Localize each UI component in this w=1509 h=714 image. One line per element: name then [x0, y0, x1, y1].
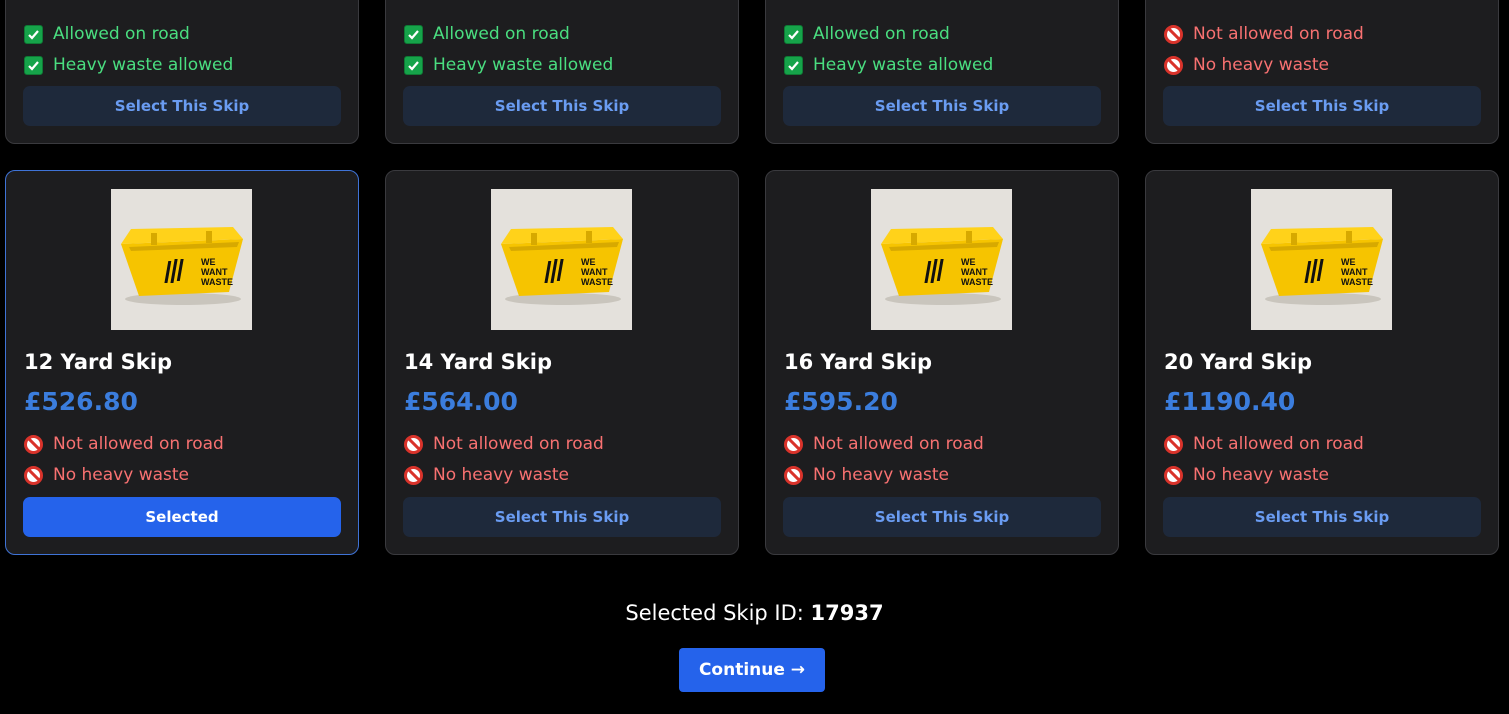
checkmark-icon: [24, 55, 43, 75]
skip-card-12-yard[interactable]: WE WANT WASTE 12 Yard Skip £526.80 Not a…: [5, 170, 359, 555]
skip-card-20-yard[interactable]: WE WANT WASTE 20 Yard Skip £1190.40 Not …: [1145, 170, 1499, 555]
svg-text:WE: WE: [581, 257, 596, 267]
skip-card-top-2: Allowed on road Heavy waste allowed Sele…: [385, 0, 739, 144]
feature-heavy-waste: No heavy waste: [1164, 55, 1329, 75]
feature-label: No heavy waste: [1193, 465, 1329, 485]
prohibited-icon: [404, 465, 423, 485]
select-skip-button[interactable]: Select This Skip: [403, 86, 721, 126]
selected-button[interactable]: Selected: [23, 497, 341, 537]
feature-heavy-waste: No heavy waste: [404, 465, 569, 485]
skip-title: 20 Yard Skip: [1164, 350, 1313, 374]
select-skip-button[interactable]: Select This Skip: [403, 497, 721, 537]
prohibited-icon: [1164, 24, 1183, 44]
svg-text:WASTE: WASTE: [1341, 277, 1373, 287]
skip-card-top-3: Allowed on road Heavy waste allowed Sele…: [765, 0, 1119, 144]
svg-text:WANT: WANT: [961, 267, 988, 277]
feature-heavy-waste: No heavy waste: [784, 465, 949, 485]
feature-label: Not allowed on road: [433, 434, 604, 454]
feature-label: Not allowed on road: [53, 434, 224, 454]
feature-label: No heavy waste: [813, 465, 949, 485]
skip-price: £595.20: [784, 387, 898, 416]
feature-heavy-waste: Heavy waste allowed: [404, 55, 613, 75]
svg-text:WANT: WANT: [201, 267, 228, 277]
feature-road: Not allowed on road: [404, 434, 604, 454]
svg-text:WASTE: WASTE: [201, 277, 233, 287]
yellow-skip-image: WE WANT WASTE: [121, 227, 243, 305]
skip-image: WE WANT WASTE: [1251, 189, 1392, 330]
feature-label: Allowed on road: [53, 24, 190, 44]
prohibited-icon: [784, 465, 803, 485]
select-skip-button[interactable]: Select This Skip: [1163, 86, 1481, 126]
skip-title: 14 Yard Skip: [404, 350, 553, 374]
prohibited-icon: [404, 434, 423, 454]
skip-card-top-4: Not allowed on road No heavy waste Selec…: [1145, 0, 1499, 144]
feature-road: Allowed on road: [24, 24, 190, 44]
svg-text:WANT: WANT: [1341, 267, 1368, 277]
skip-card-16-yard[interactable]: WE WANT WASTE 16 Yard Skip £595.20 Not a…: [765, 170, 1119, 555]
yellow-skip-image: WE WANT WASTE: [881, 227, 1003, 305]
feature-label: No heavy waste: [53, 465, 189, 485]
feature-road: Not allowed on road: [1164, 434, 1364, 454]
svg-text:WE: WE: [201, 257, 216, 267]
prohibited-icon: [1164, 434, 1183, 454]
select-skip-button[interactable]: Select This Skip: [783, 497, 1101, 537]
yellow-skip-image: WE WANT WASTE: [1261, 227, 1383, 305]
feature-label: Allowed on road: [433, 24, 570, 44]
feature-heavy-waste: No heavy waste: [1164, 465, 1329, 485]
select-skip-button[interactable]: Select This Skip: [783, 86, 1101, 126]
select-skip-button[interactable]: Select This Skip: [23, 86, 341, 126]
prohibited-icon: [24, 434, 43, 454]
feature-label: Heavy waste allowed: [433, 55, 614, 75]
svg-text:WE: WE: [1341, 257, 1356, 267]
selected-skip-label: Selected Skip ID:: [625, 601, 804, 625]
checkmark-icon: [404, 55, 423, 75]
svg-text:WANT: WANT: [581, 267, 608, 277]
yellow-skip-image: WE WANT WASTE: [501, 227, 623, 305]
prohibited-icon: [784, 434, 803, 454]
skip-image: WE WANT WASTE: [491, 189, 632, 330]
feature-road: Not allowed on road: [24, 434, 224, 454]
feature-road: Allowed on road: [784, 24, 950, 44]
skip-title: 16 Yard Skip: [784, 350, 933, 374]
svg-text:WASTE: WASTE: [581, 277, 613, 287]
prohibited-icon: [1164, 465, 1183, 485]
feature-heavy-waste: No heavy waste: [24, 465, 189, 485]
feature-label: No heavy waste: [433, 465, 569, 485]
svg-text:WASTE: WASTE: [961, 277, 993, 287]
prohibited-icon: [24, 465, 43, 485]
feature-road: Not allowed on road: [784, 434, 984, 454]
skip-price: £1190.40: [1164, 387, 1296, 416]
skip-card-top-1: Allowed on road Heavy waste allowed Sele…: [5, 0, 359, 144]
continue-button[interactable]: Continue →: [679, 648, 825, 692]
skip-card-14-yard[interactable]: WE WANT WASTE 14 Yard Skip £564.00 Not a…: [385, 170, 739, 555]
feature-heavy-waste: Heavy waste allowed: [784, 55, 993, 75]
skip-price: £526.80: [24, 387, 138, 416]
feature-label: Not allowed on road: [1193, 24, 1364, 44]
feature-heavy-waste: Heavy waste allowed: [24, 55, 233, 75]
prohibited-icon: [1164, 55, 1183, 75]
selected-skip-id: Selected Skip ID: 17937: [0, 601, 1509, 625]
feature-label: Not allowed on road: [1193, 434, 1364, 454]
checkmark-icon: [784, 24, 803, 44]
skip-title: 12 Yard Skip: [24, 350, 173, 374]
feature-road: Not allowed on road: [1164, 24, 1364, 44]
selected-skip-value: 17937: [810, 601, 884, 625]
skip-image: WE WANT WASTE: [871, 189, 1012, 330]
feature-label: Allowed on road: [813, 24, 950, 44]
select-skip-button[interactable]: Select This Skip: [1163, 497, 1481, 537]
feature-road: Allowed on road: [404, 24, 570, 44]
checkmark-icon: [24, 24, 43, 44]
feature-label: Heavy waste allowed: [53, 55, 234, 75]
feature-label: Heavy waste allowed: [813, 55, 994, 75]
feature-label: No heavy waste: [1193, 55, 1329, 75]
skip-price: £564.00: [404, 387, 518, 416]
svg-text:WE: WE: [961, 257, 976, 267]
checkmark-icon: [404, 24, 423, 44]
feature-label: Not allowed on road: [813, 434, 984, 454]
skip-image: WE WANT WASTE: [111, 189, 252, 330]
checkmark-icon: [784, 55, 803, 75]
